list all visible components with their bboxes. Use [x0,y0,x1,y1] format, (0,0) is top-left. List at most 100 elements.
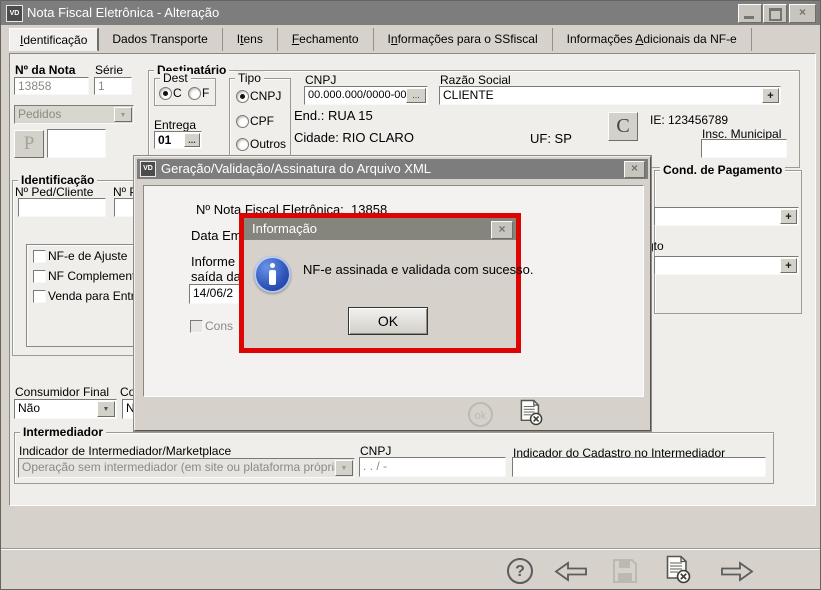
cancel-document-icon[interactable] [666,555,691,584]
cancel-document-icon[interactable] [520,399,543,426]
info-dialog-highlight: Informação × NF-e assinada e validada co… [239,213,521,353]
tipo-cnpj-radio[interactable] [236,90,249,103]
app-vd-icon: VD [6,5,23,22]
razao-field[interactable]: CLIENTE + [439,86,781,105]
pedidos-combo[interactable]: Pedidos ▼ [14,105,134,124]
tab-informacoes-adicionais[interactable]: Informações Adicionais da NF-e [553,28,752,51]
nf-complementar-label: NF Complementar [48,269,146,283]
maximize-icon [769,8,782,21]
informe-fragment: Informe [191,254,235,269]
dest-f-radio[interactable] [188,87,201,100]
tipo-title: Tipo [235,71,264,85]
data-emissao-fragment: Data Emi [191,228,244,243]
tab-identificacao[interactable]: Identificação [9,28,98,51]
p-value-field[interactable] [47,129,106,158]
indicador-intermediador-label: Indicador de Intermediador/Marketplace [19,444,231,458]
xml-dialog-close-button[interactable]: × [624,161,645,178]
minimize-icon [744,16,754,19]
tab-bar: Identificação Dados Transporte Itens Fec… [9,28,752,51]
tipo-cpf-label: CPF [250,114,274,128]
tipo-outros-label: Outros [250,137,286,151]
tipo-outros-radio[interactable] [236,138,249,151]
consumidor-final-combo[interactable]: Não ▼ [14,399,117,419]
ie-text: IE: 123456789 [650,113,728,127]
tab-informacoes-ssfiscal[interactable]: Informações para o SSfiscal [374,28,553,51]
c-button[interactable]: C [608,112,638,141]
cond-field-2[interactable]: + [654,256,799,275]
cond-add-button-2[interactable]: + [780,258,797,273]
dropdown-arrow-icon: ▼ [335,460,353,476]
tipo-cpf-radio[interactable] [236,115,249,128]
venda-entrega-label: Venda para Entre [48,289,141,303]
uf-text: UF: SP [530,131,572,146]
info-dialog-close-button[interactable]: × [491,221,513,239]
intermediador-cnpj-label: CNPJ [360,444,391,458]
saida-fragment: saída da [191,269,241,284]
entrega-browse-button[interactable]: ... [184,133,200,147]
save-icon[interactable] [612,558,638,584]
info-dialog: Informação × NF-e assinada e validada co… [244,218,516,348]
cons-label-fragment: Cons [205,319,233,333]
cnpj-field[interactable]: 00.000.000/0000-00 ... [304,86,428,105]
dest-f-label: F [202,86,209,100]
consumidor-final-label: Consumidor Final [15,385,109,399]
nota-label: Nº da Nota [15,63,75,77]
tab-fechamento[interactable]: Fechamento [278,28,374,51]
back-arrow-icon[interactable] [554,560,588,583]
xml-dialog-title: Geração/Validação/Assinatura do Arquivo … [161,161,431,176]
indicador-intermediador-combo[interactable]: Operação sem intermediador (em site ou p… [18,458,355,478]
cnpj-browse-button[interactable]: ... [406,88,426,103]
serie-field[interactable]: 1 [94,77,132,95]
razao-add-button[interactable]: + [762,88,779,103]
maximize-button[interactable] [763,4,787,23]
nf-complementar-checkbox[interactable] [33,270,46,283]
entrega-label: Entrega [154,118,196,132]
insc-municipal-field[interactable] [701,139,787,158]
intermediador-title: Intermediador [20,425,106,439]
dialog-vd-icon: VD [140,161,156,177]
intermediador-cnpj-field[interactable]: . . / - [359,457,506,477]
venda-entrega-checkbox[interactable] [33,290,46,303]
endereco-text: End.: RUA 15 [294,108,373,123]
nota-field[interactable]: 13858 [14,77,89,95]
ok-icon[interactable]: ok [468,402,493,427]
serie-label: Série [95,63,123,77]
ped-cliente-label: Nº Ped/Cliente [15,185,93,199]
close-button[interactable]: × [789,4,816,23]
info-dialog-title: Informação [252,221,317,236]
forward-arrow-icon[interactable] [720,560,754,583]
cons-checkbox[interactable] [190,320,203,333]
window-title: Nota Fiscal Eletrônica - Alteração [27,5,219,20]
cadastro-intermediador-field[interactable] [512,457,766,477]
main-window: VD Nota Fiscal Eletrônica - Alteração × … [0,0,821,590]
dropdown-arrow-icon: ▼ [114,107,132,122]
ped-cliente-field[interactable] [18,198,106,217]
nfe-ajuste-label: NF-e de Ajuste [48,249,127,263]
tab-itens[interactable]: Itens [223,28,278,51]
xml-dialog-titlebar: VD Geração/Validação/Assinatura do Arqui… [137,159,648,179]
tipo-cnpj-label: CNPJ [250,89,281,103]
dropdown-arrow-icon: ▼ [97,401,115,417]
cond-field-1[interactable]: + [654,207,799,226]
minimize-button[interactable] [738,4,762,23]
nfe-ajuste-checkbox[interactable] [33,250,46,263]
info-message: NF-e assinada e validada com sucesso. [303,262,534,277]
help-icon[interactable]: ? [507,558,533,584]
info-ok-button[interactable]: OK [348,307,428,335]
main-titlebar: VD Nota Fiscal Eletrônica - Alteração × [1,1,821,25]
dest-c-label: C [173,86,182,100]
info-dialog-titlebar: Informação × [244,218,516,240]
cond-add-button-1[interactable]: + [780,209,797,224]
cidade-text: Cidade: RIO CLARO [294,130,414,145]
dest-c-radio[interactable] [159,87,172,100]
dest-title: Dest [160,71,191,85]
p-button[interactable]: P [14,130,44,158]
razao-label: Razão Social [440,73,511,87]
tab-dados-transporte[interactable]: Dados Transporte [98,28,222,51]
toolbar-separator [1,548,820,550]
info-icon [254,256,291,293]
cnpj-label: CNPJ [305,73,336,87]
entrega-field[interactable]: 01 ... [154,131,202,149]
dest-subgroup: Dest C F [154,78,216,106]
cond-pagamento-group: Cond. de Pagamento [654,170,802,314]
